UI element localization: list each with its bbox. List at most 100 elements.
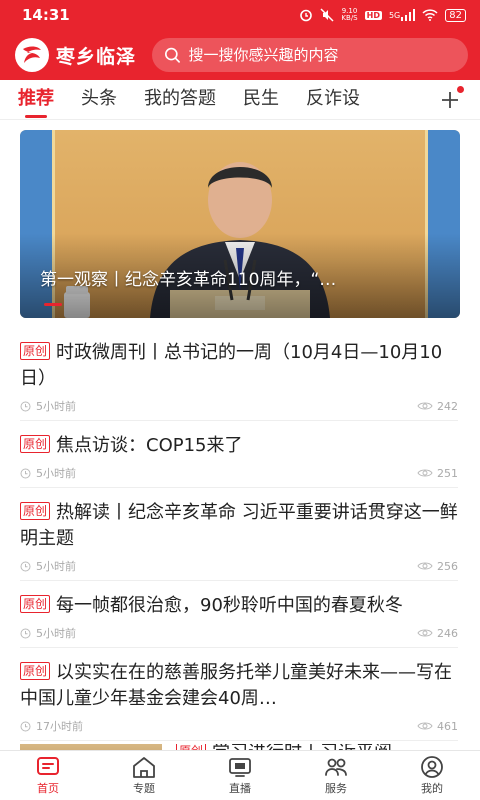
news-item[interactable]: 原创 时政微周刊丨总书记的一周（10月4日—10月10日） 5小时前 242 (20, 328, 458, 421)
original-tag: 原创 (20, 435, 51, 453)
news-title-text: 每一帧都很治愈，90秒聆听中国的春夏秋冬 (56, 595, 403, 616)
news-time-text: 5小时前 (36, 467, 76, 480)
nav-live-label: 直播 (229, 782, 251, 795)
status-bar: 14:31 9.10 KB/S HD 5G 82 (0, 0, 480, 30)
home-card-icon (37, 757, 59, 775)
news-title-text: 时政微周刊丨总书记的一周（10月4日—10月10日） (20, 342, 443, 389)
channel-tabs: 推荐 头条 我的答题 民生 反诈设 (0, 80, 480, 120)
search-bar[interactable] (152, 38, 468, 72)
people-icon (325, 758, 347, 776)
net-speed: 9.10 KB/S (341, 7, 358, 22)
original-tag: 原创 (20, 662, 51, 680)
clock-icon (20, 721, 31, 731)
original-tag: 原创 (20, 595, 51, 613)
plus-icon (442, 92, 458, 108)
news-item[interactable]: 原创 热解读丨纪念辛亥革命 习近平重要讲话贯穿这一鲜明主题 5小时前 256 (20, 488, 458, 581)
news-time-text: 5小时前 (36, 627, 76, 640)
news-item[interactable]: 原创 每一帧都很治愈，90秒聆听中国的春夏秋冬 5小时前 246 (20, 581, 458, 648)
alarm-icon (299, 8, 313, 22)
clock-icon (20, 628, 31, 638)
news-time: 5小时前 (20, 465, 76, 481)
news-item[interactable]: 原创 以实实在在的慈善服务托举儿童美好未来——写在中国儿童少年基金会建会40周… … (20, 648, 458, 741)
status-time: 14:31 (22, 6, 70, 24)
battery-indicator: 82 (445, 8, 466, 22)
news-item[interactable]: 原创 焦点访谈：COP15来了 5小时前 251 (20, 421, 458, 488)
app-name: 枣乡临泽 (56, 45, 137, 68)
nav-live[interactable]: 直播 (192, 751, 288, 800)
banner-caption: 第一观察丨纪念辛亥革命110周年，“… (40, 270, 337, 290)
news-list: 原创 时政微周刊丨总书记的一周（10月4日—10月10日） 5小时前 242 原创… (0, 328, 480, 741)
nav-services-label: 服务 (325, 782, 347, 795)
nav-mine-label: 我的 (421, 782, 443, 795)
news-title: 原创 每一帧都很治愈，90秒聆听中国的春夏秋冬 (20, 593, 458, 619)
add-channel-button[interactable] (434, 80, 466, 119)
news-meta: 5小时前 251 (20, 459, 458, 487)
tab-fade (394, 80, 434, 119)
nav-home-label: 首页 (37, 782, 59, 795)
nav-topics-label: 专题 (133, 782, 155, 795)
news-meta: 5小时前 256 (20, 552, 458, 580)
tab-recommend[interactable]: 推荐 (18, 80, 54, 119)
original-tag: 原创 (20, 502, 51, 520)
news-views: 251 (417, 467, 458, 480)
news-title: 原创 焦点访谈：COP15来了 (20, 433, 458, 459)
news-title-text: 热解读丨纪念辛亥革命 习近平重要讲话贯穿这一鲜明主题 (20, 502, 458, 549)
news-title: 原创 时政微周刊丨总书记的一周（10月4日—10月10日） (20, 340, 458, 392)
app-header: 枣乡临泽 (0, 30, 480, 80)
search-icon (165, 47, 180, 63)
news-time-text: 17小时前 (36, 720, 83, 733)
tab-headlines[interactable]: 头条 (81, 80, 117, 119)
news-views-count: 251 (437, 466, 458, 480)
nav-home[interactable]: 首页 (0, 751, 96, 800)
news-title: 原创 以实实在在的慈善服务托举儿童美好未来——写在中国儿童少年基金会建会40周… (20, 660, 458, 712)
user-icon (421, 756, 443, 778)
news-time: 5小时前 (20, 625, 76, 641)
clock-icon (20, 401, 31, 411)
bottom-nav: 首页 专题 直播 服务 我的 (0, 750, 480, 800)
nav-mine[interactable]: 我的 (384, 751, 480, 800)
news-views-count: 246 (437, 626, 458, 640)
search-input[interactable] (188, 46, 456, 64)
clock-icon (20, 561, 31, 571)
news-time-text: 5小时前 (36, 400, 76, 413)
tv-icon (229, 758, 251, 777)
notification-dot (457, 86, 464, 93)
eye-icon (417, 722, 433, 730)
original-tag: 原创 (20, 342, 51, 360)
featured-banner[interactable]: 第一观察丨纪念辛亥革命110周年，“… (20, 130, 460, 318)
news-views-count: 256 (437, 559, 458, 573)
news-time: 5小时前 (20, 398, 76, 414)
tab-livelihood[interactable]: 民生 (243, 80, 279, 119)
signal-label: 5G (388, 10, 401, 20)
house-icon (133, 757, 155, 778)
hd-badge: HD (364, 10, 382, 20)
status-icons: 9.10 KB/S HD 5G 82 (299, 8, 466, 22)
news-title-text: 以实实在在的慈善服务托举儿童美好未来——写在中国儿童少年基金会建会40周… (20, 662, 453, 709)
news-meta: 5小时前 242 (20, 392, 458, 420)
news-views: 461 (417, 720, 458, 733)
tab-anti-fraud[interactable]: 反诈设 (306, 80, 360, 119)
clock-icon (20, 468, 31, 478)
news-time: 5小时前 (20, 558, 76, 574)
nav-services[interactable]: 服务 (288, 751, 384, 800)
news-views: 242 (417, 400, 458, 413)
nav-topics[interactable]: 专题 (96, 751, 192, 800)
eye-icon (417, 562, 433, 570)
news-title: 原创 热解读丨纪念辛亥革命 习近平重要讲话贯穿这一鲜明主题 (20, 500, 458, 552)
pager-dot (44, 303, 62, 306)
app-logo: 枣乡临泽 (14, 37, 136, 73)
signal-icon: 5G (388, 9, 416, 21)
news-views-count: 242 (437, 399, 458, 413)
tab-my-quiz[interactable]: 我的答题 (144, 80, 216, 119)
mute-icon (320, 8, 334, 22)
news-time: 17小时前 (20, 718, 83, 734)
eye-icon (417, 629, 433, 637)
eye-icon (417, 469, 433, 477)
wifi-icon (422, 9, 438, 21)
news-time-text: 5小时前 (36, 560, 76, 573)
logo-mark-icon (15, 38, 49, 72)
banner-pager (44, 303, 62, 306)
news-views: 246 (417, 627, 458, 640)
news-views-count: 461 (437, 719, 458, 733)
eye-icon (417, 402, 433, 410)
